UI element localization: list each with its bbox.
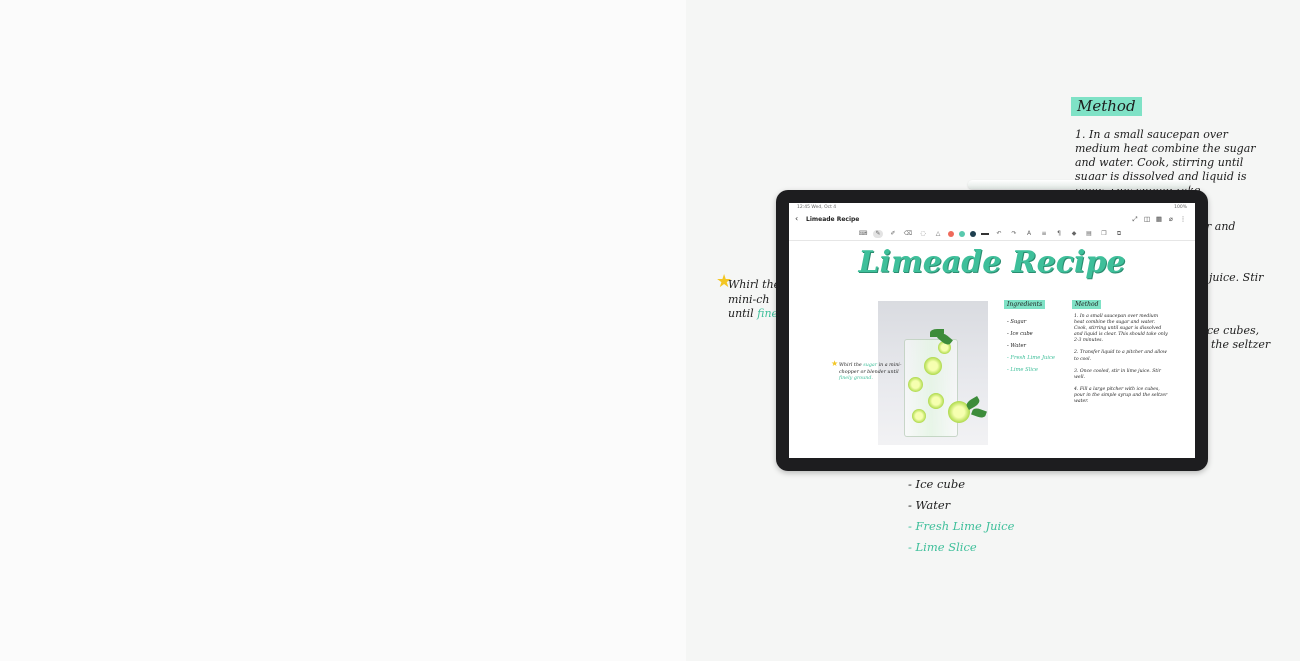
list-item: - Water xyxy=(1007,343,1027,349)
layers-icon[interactable]: ❐ xyxy=(1099,230,1109,238)
grid-icon[interactable]: ▦ xyxy=(1155,215,1163,223)
pen-icon[interactable]: ✎ xyxy=(873,230,883,238)
expand-icon[interactable]: ⤢ xyxy=(1131,215,1139,223)
list-item: - Sugar xyxy=(1007,319,1027,325)
pen-color-navy[interactable] xyxy=(970,231,976,237)
method-step: 1. In a small saucepan over medium heat … xyxy=(1074,314,1168,344)
list-item: - Fresh Lime Juice xyxy=(908,519,1015,533)
stroke-width-option[interactable] xyxy=(981,233,989,235)
method-steps: 1. In a small saucepan over medium heat … xyxy=(1074,314,1169,411)
status-battery: 100% xyxy=(1174,205,1187,210)
fill-icon[interactable]: ◆ xyxy=(1069,230,1079,238)
copy-icon[interactable]: ⧉ xyxy=(1114,230,1124,238)
status-time: 12:45 Wed, Oct 4 xyxy=(797,205,837,210)
app-bar: ‹ Limeade Recipe ⤢ ◫ ▦ ⌀ ⋮ xyxy=(789,212,1195,226)
bg-method-heading: Method xyxy=(1071,97,1142,116)
method-heading: Method xyxy=(1072,300,1102,309)
method-step: 4. Fill a large pitcher with ice cubes, … xyxy=(1074,386,1168,405)
back-button[interactable]: ‹ xyxy=(795,214,798,224)
redo-icon[interactable]: ↷ xyxy=(1009,230,1019,238)
list-item: - Ice cube xyxy=(1007,331,1033,337)
method-step: 2. Transfer liquid to a pitcher and allo… xyxy=(1074,350,1167,362)
bg-method-fragment: juice. Stir xyxy=(1209,271,1264,284)
list-item: - Ice cube xyxy=(908,477,966,491)
undo-icon[interactable]: ↶ xyxy=(994,230,1004,238)
bg-method-fragment: the seltzer xyxy=(1211,338,1271,351)
table-icon[interactable]: ▤ xyxy=(1084,230,1094,238)
star-icon: ★ xyxy=(831,359,839,368)
format-icon[interactable]: ¶ xyxy=(1054,230,1064,238)
stylus-pen xyxy=(968,180,1190,189)
shape-icon[interactable]: △ xyxy=(933,230,943,238)
ingredients-list: - Sugar - Ice cube - Water - Fresh Lime … xyxy=(1007,316,1055,376)
list-item: - Lime Slice xyxy=(908,540,977,554)
bg-ingredients-list: - Ice cube - Water - Fresh Lime Juice - … xyxy=(908,474,1014,558)
list-item: - Water xyxy=(908,498,951,512)
note-title: Limeade Recipe xyxy=(806,216,860,223)
bg-method-fragment: r and xyxy=(1206,220,1236,233)
text-icon[interactable]: A xyxy=(1024,230,1034,238)
recipe-heading: Limeade Recipe xyxy=(858,245,1126,280)
align-icon[interactable]: ≡ xyxy=(1039,230,1049,238)
list-item: - Lime Slice xyxy=(1007,367,1038,373)
appbar-actions: ⤢ ◫ ▦ ⌀ ⋮ xyxy=(1131,215,1187,223)
lasso-icon[interactable]: ◌ xyxy=(918,230,928,238)
more-icon[interactable]: ⋮ xyxy=(1179,215,1187,223)
bg-method-fragment: ce cubes, xyxy=(1207,324,1260,337)
tablet-device: 12:45 Wed, Oct 4 100% ‹ Limeade Recipe ⤢… xyxy=(776,190,1208,471)
method-step: 3. Once cooled, stir in lime juice. Stir… xyxy=(1074,368,1161,380)
list-item: - Fresh Lime Juice xyxy=(1007,355,1055,361)
keyboard-icon[interactable]: ⌨ xyxy=(858,230,868,238)
status-bar: 12:45 Wed, Oct 4 100% xyxy=(789,203,1195,212)
notes-app-screen: 12:45 Wed, Oct 4 100% ‹ Limeade Recipe ⤢… xyxy=(789,203,1195,458)
pen-color-teal[interactable] xyxy=(959,231,965,237)
eraser-icon[interactable]: ⌫ xyxy=(903,230,913,238)
highlighter-icon[interactable]: ✐ xyxy=(888,230,898,238)
attach-icon[interactable]: ⌀ xyxy=(1167,215,1175,223)
ingredients-heading: Ingredients xyxy=(1004,300,1046,309)
reader-icon[interactable]: ◫ xyxy=(1143,215,1151,223)
pen-color-red[interactable] xyxy=(948,231,954,237)
drawing-toolbar: ⌨ ✎ ✐ ⌫ ◌ △ ↶ ↷ A ≡ ¶ ◆ ▤ ❐ ⧉ xyxy=(789,227,1195,241)
